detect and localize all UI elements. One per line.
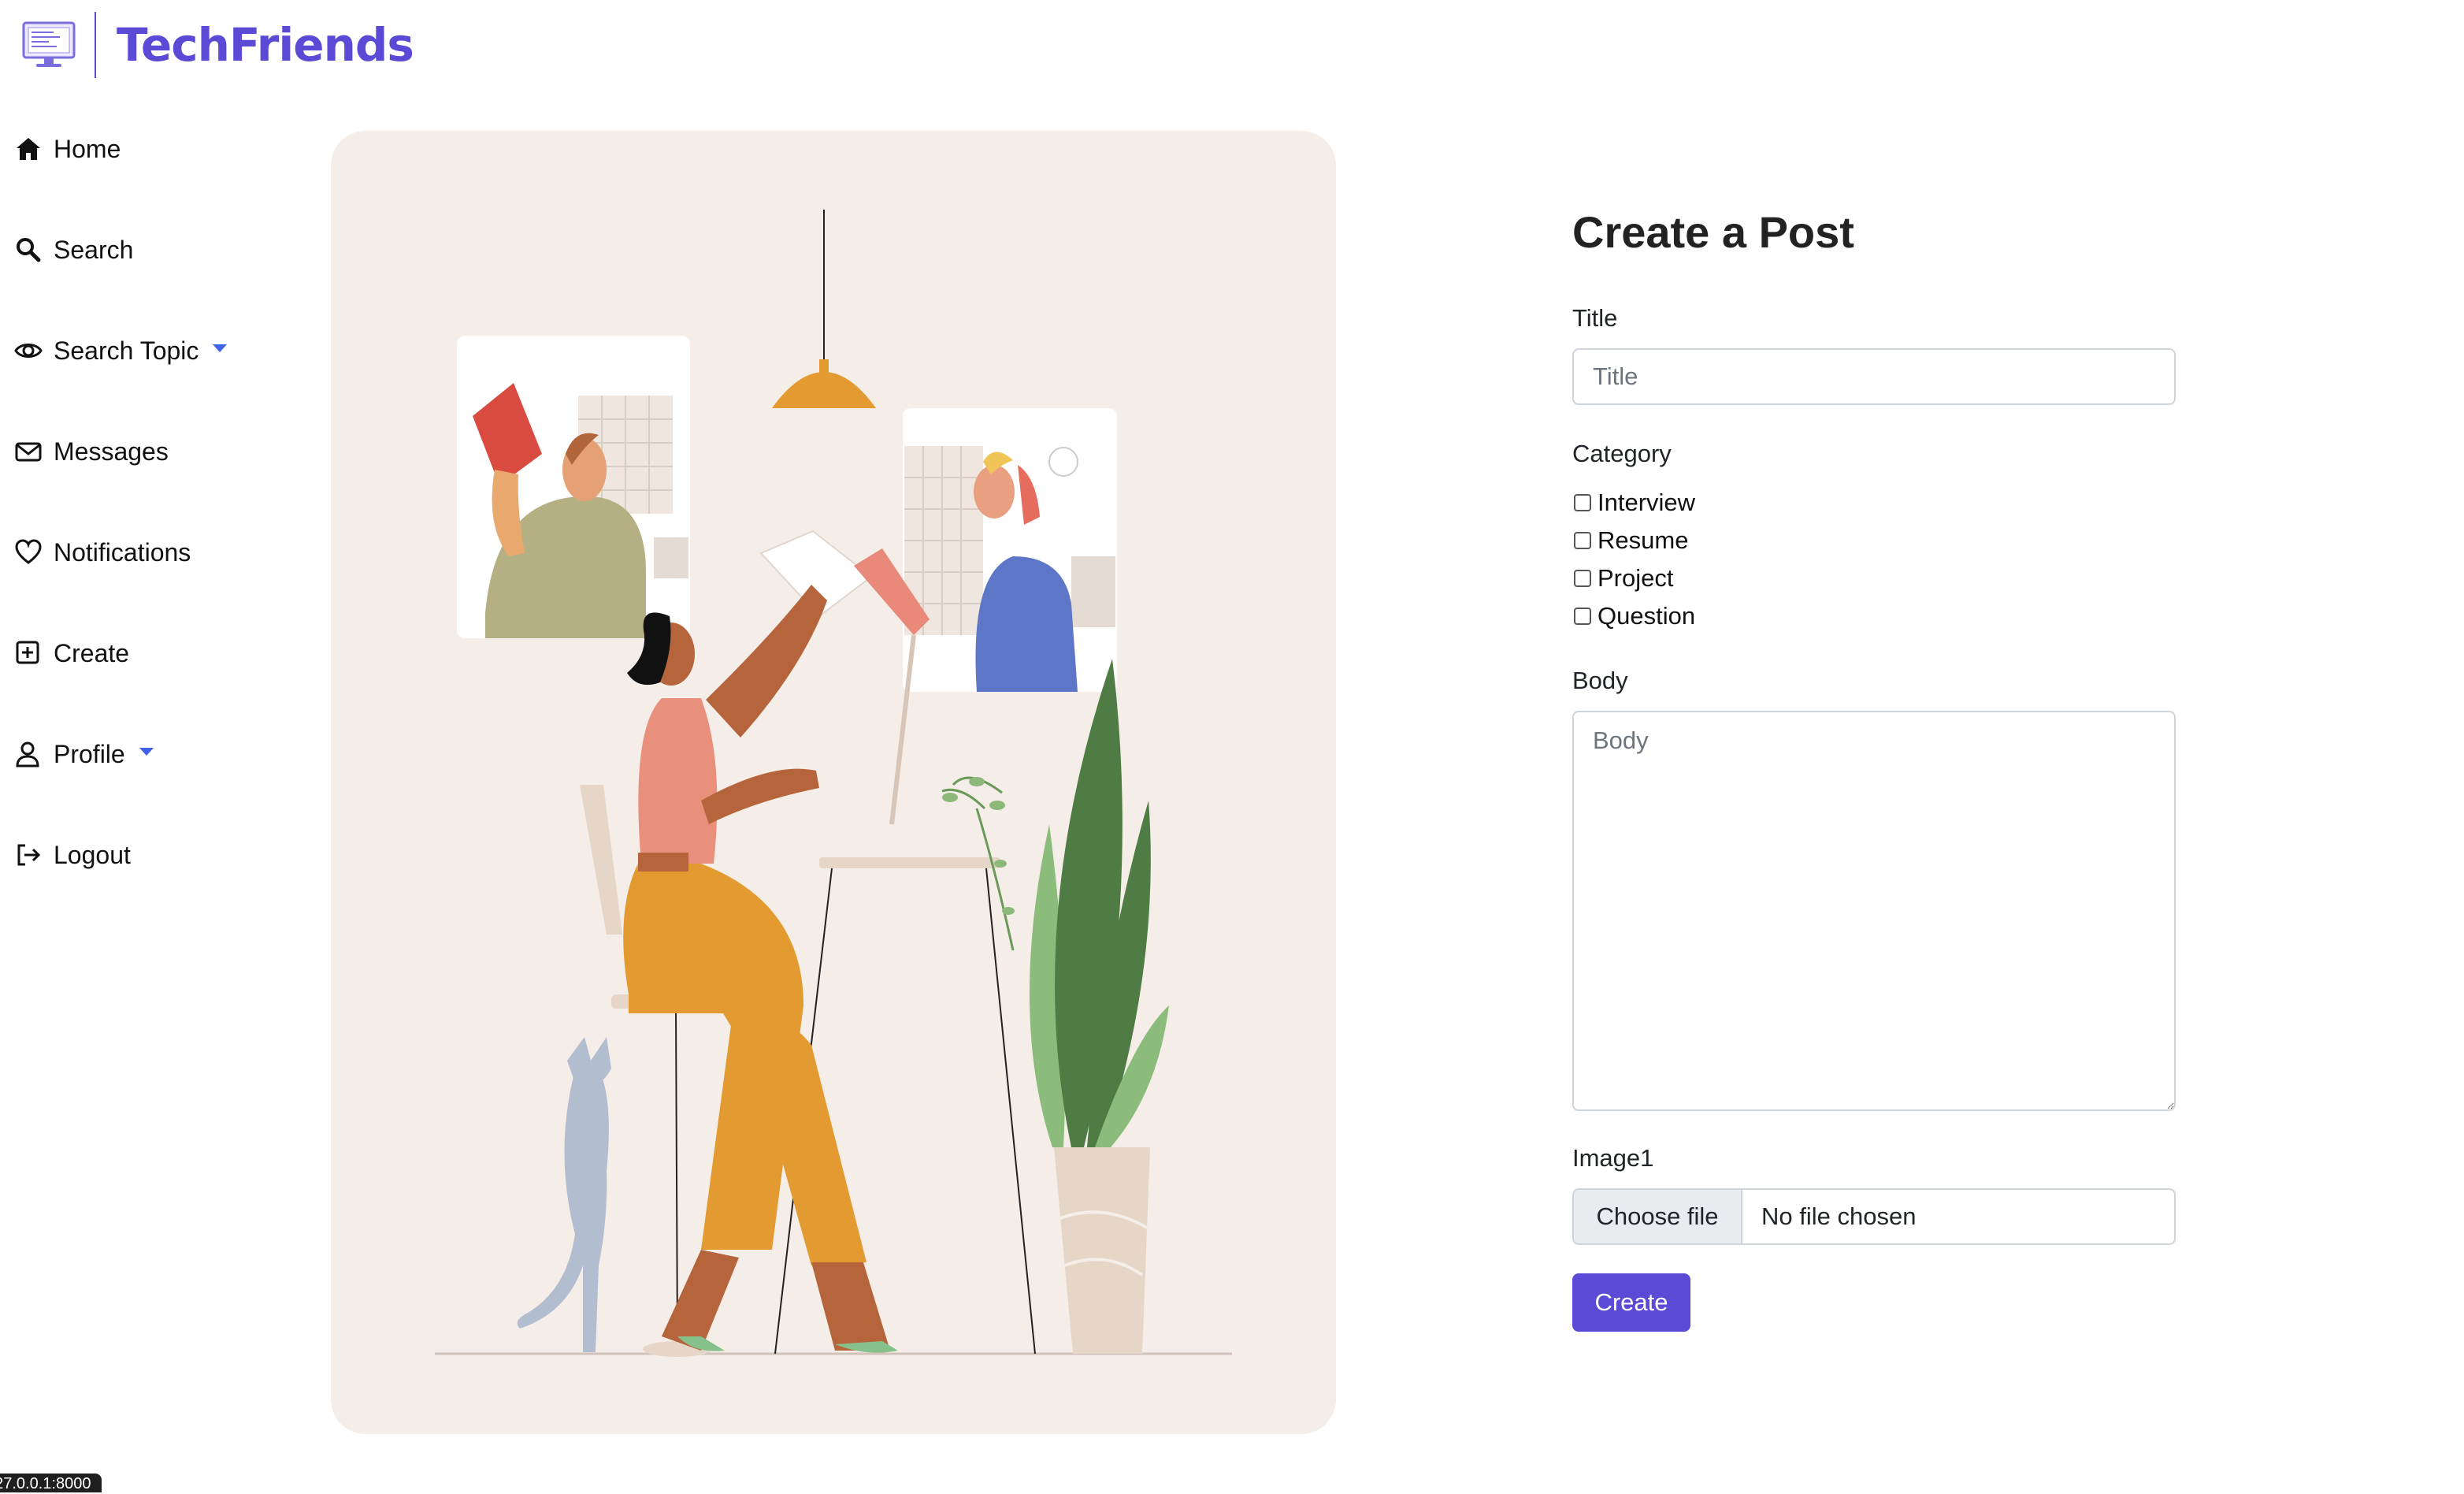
body-textarea[interactable] <box>1572 711 2176 1111</box>
body-label: Body <box>1572 667 1628 694</box>
checkbox-label: Interview <box>1598 489 1696 516</box>
nav-item-messages[interactable]: Messages <box>14 424 169 479</box>
category-option-project[interactable]: Project <box>1572 561 1673 596</box>
choose-file-button[interactable]: Choose file <box>1574 1190 1742 1243</box>
category-option-question[interactable]: Question <box>1572 599 1695 634</box>
logout-icon <box>17 844 41 866</box>
nav-item-create[interactable]: Create <box>14 626 129 681</box>
title-input[interactable] <box>1572 348 2176 405</box>
plus-square-icon <box>16 641 39 664</box>
nav-item-search[interactable]: Search <box>14 222 133 277</box>
status-bar-url: 127.0.0.1:8000 <box>0 1474 102 1492</box>
dropdown-caret-icon <box>213 344 228 352</box>
office-illustration <box>331 131 1336 1434</box>
create-button[interactable]: Create <box>1572 1273 1690 1332</box>
image-file-input[interactable]: Choose file No file chosen <box>1572 1188 2176 1245</box>
nav-item-logout[interactable]: Logout <box>14 827 131 883</box>
nav-label-logout: Logout <box>54 840 131 869</box>
home-icon <box>17 138 40 160</box>
brand-logo[interactable]: TechFriends <box>22 11 414 79</box>
brand-divider <box>95 12 96 78</box>
envelope-icon <box>15 442 42 462</box>
search-icon <box>17 238 41 262</box>
checkbox-label: Question <box>1598 602 1696 630</box>
nav-label-search: Search <box>54 235 134 264</box>
checkbox[interactable] <box>1574 532 1591 549</box>
brand-name: TechFriends <box>117 18 414 72</box>
file-status-text: No file chosen <box>1761 1202 1917 1230</box>
nav-item-search-topic[interactable]: Search Topic <box>14 323 228 378</box>
checkbox-label: Resume <box>1598 526 1689 554</box>
category-option-interview[interactable]: Interview <box>1572 485 1695 520</box>
title-label: Title <box>1572 304 1618 332</box>
heart-icon <box>15 539 42 564</box>
checkbox-label: Project <box>1598 564 1674 592</box>
computer-logo-icon <box>22 21 76 67</box>
checkbox[interactable] <box>1574 494 1591 511</box>
nav-label-home: Home <box>54 134 121 163</box>
checkbox[interactable] <box>1574 570 1591 587</box>
nav-label-messages: Messages <box>54 437 169 466</box>
nav-label-search-topic: Search Topic <box>54 336 199 365</box>
eye-icon <box>14 344 43 358</box>
page-title: Create a Post <box>1572 207 1854 257</box>
category-option-resume[interactable]: Resume <box>1572 523 1688 558</box>
image-label: Image1 <box>1572 1144 1654 1172</box>
nav-item-notifications[interactable]: Notifications <box>14 525 191 580</box>
checkbox[interactable] <box>1574 608 1591 625</box>
dropdown-caret-icon <box>139 748 154 756</box>
nav-item-profile[interactable]: Profile <box>14 727 154 782</box>
nav-label-create: Create <box>54 638 130 667</box>
nav-item-home[interactable]: Home <box>14 121 121 177</box>
illustration-artwork <box>435 210 1232 1357</box>
person-icon <box>16 741 39 767</box>
category-label: Category <box>1572 440 1672 467</box>
nav-label-profile: Profile <box>54 739 125 768</box>
nav-label-notifications: Notifications <box>54 537 191 567</box>
